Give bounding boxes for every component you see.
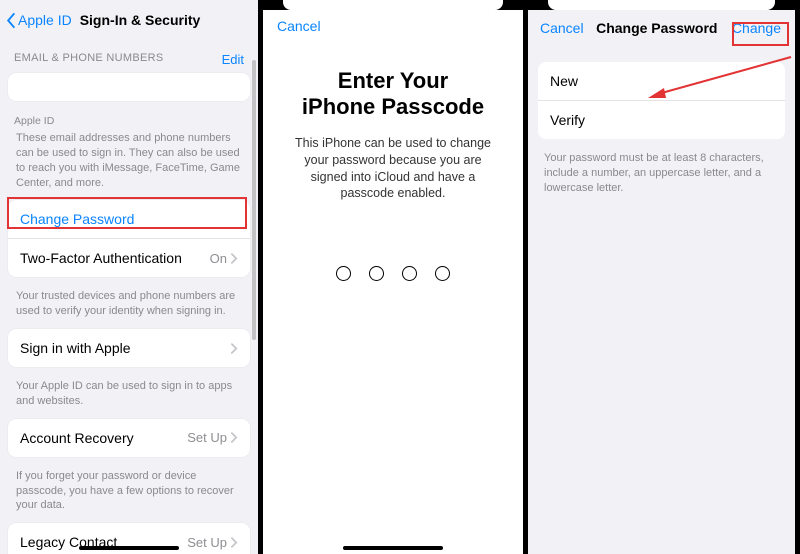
apple-id-label: Apple ID xyxy=(0,111,258,129)
passcode-title: Enter Your iPhone Passcode xyxy=(263,68,523,121)
row-sign-in-apple[interactable]: Sign in with Apple xyxy=(8,329,250,367)
sheet-tab xyxy=(548,0,775,10)
panel-enter-passcode: Cancel Enter Your iPhone Passcode This i… xyxy=(263,0,528,554)
chevron-right-icon xyxy=(231,432,238,443)
chevron-left-icon xyxy=(6,13,16,28)
row-label: Sign in with Apple xyxy=(20,340,131,356)
email-list[interactable] xyxy=(8,73,250,101)
password-group: Change Password Two-Factor Authenticatio… xyxy=(8,200,250,277)
setup-value: Set Up xyxy=(187,535,227,550)
page-title: Change Password xyxy=(596,20,717,36)
two-factor-value: On xyxy=(210,251,227,266)
cancel-button[interactable]: Cancel xyxy=(277,18,321,34)
home-indicator[interactable] xyxy=(343,546,443,550)
two-factor-note: Your trusted devices and phone numbers a… xyxy=(0,287,258,329)
row-two-factor[interactable]: Two-Factor Authentication On xyxy=(8,239,250,277)
sign-in-note: Your Apple ID can be used to sign in to … xyxy=(0,377,258,419)
passcode-dot xyxy=(402,266,417,281)
change-button[interactable]: Change xyxy=(730,18,783,38)
page-title: Sign-In & Security xyxy=(80,12,201,28)
passcode-dot xyxy=(369,266,384,281)
home-indicator[interactable] xyxy=(79,546,179,550)
chevron-right-icon xyxy=(231,537,238,548)
passcode-subtitle: This iPhone can be used to change your p… xyxy=(263,121,523,203)
setup-value: Set Up xyxy=(187,430,227,445)
signin-group: Sign in with Apple xyxy=(8,329,250,367)
title-line-2: iPhone Passcode xyxy=(263,94,523,120)
row-change-password[interactable]: Change Password xyxy=(8,200,250,239)
passcode-dot xyxy=(336,266,351,281)
field-new-password[interactable]: New xyxy=(538,62,785,101)
back-label: Apple ID xyxy=(18,12,72,28)
passcode-input[interactable] xyxy=(263,266,523,281)
field-label: New xyxy=(550,73,578,89)
row-label: Change Password xyxy=(20,211,134,227)
chevron-right-icon xyxy=(231,343,238,354)
cancel-button[interactable]: Cancel xyxy=(540,20,584,36)
field-verify-password[interactable]: Verify xyxy=(538,101,785,139)
scrollbar[interactable] xyxy=(252,60,256,340)
recovery-group: Account Recovery Set Up xyxy=(8,419,250,457)
edit-button[interactable]: Edit xyxy=(222,52,244,67)
back-button[interactable]: Apple ID xyxy=(6,12,72,28)
recovery-note: If you forget your password or device pa… xyxy=(0,467,258,524)
section-header-email: EMAIL & PHONE NUMBERS Edit xyxy=(0,40,258,73)
title-line-1: Enter Your xyxy=(263,68,523,94)
nav-bar: Apple ID Sign-In & Security xyxy=(0,0,258,40)
field-label: Verify xyxy=(550,112,585,128)
password-fields: New Verify xyxy=(538,62,785,139)
sheet-tab xyxy=(283,0,503,10)
chevron-right-icon xyxy=(231,253,238,264)
password-requirements: Your password must be at least 8 charact… xyxy=(528,149,795,198)
row-account-recovery[interactable]: Account Recovery Set Up xyxy=(8,419,250,457)
email-footnote: These email addresses and phone numbers … xyxy=(0,129,258,200)
passcode-dot xyxy=(435,266,450,281)
row-label: Account Recovery xyxy=(20,430,134,446)
panel-signin-security: Apple ID Sign-In & Security EMAIL & PHON… xyxy=(0,0,263,554)
panel-change-password: Cancel Change Password Change New Verify… xyxy=(528,0,800,554)
section-label: EMAIL & PHONE NUMBERS xyxy=(14,52,164,67)
row-label: Two-Factor Authentication xyxy=(20,250,182,266)
